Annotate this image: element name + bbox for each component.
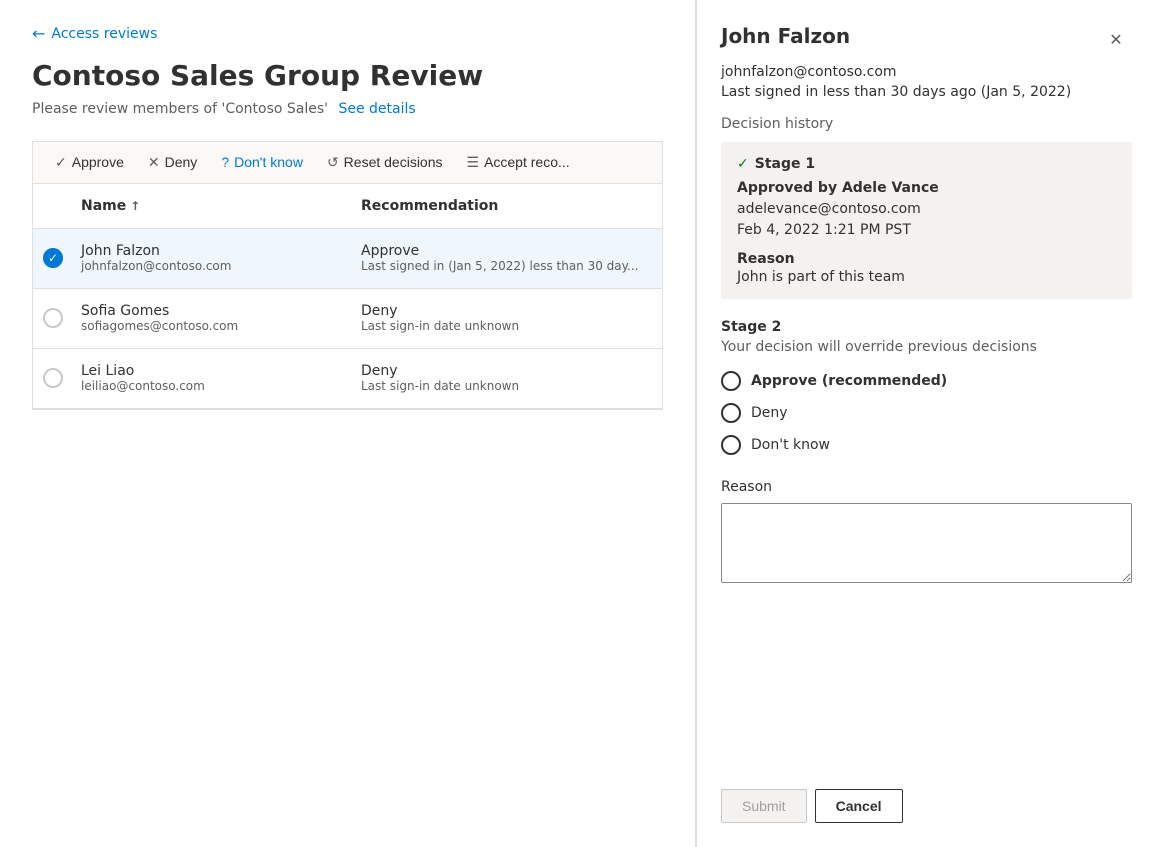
row-recommendation-cell: Deny Last sign-in date unknown <box>353 295 662 341</box>
sort-icon: ↑ <box>130 199 140 213</box>
stage-label: Stage 1 <box>755 156 815 172</box>
radio-label-deny: Deny <box>751 405 788 421</box>
user-email: johnfalzon@contoso.com <box>81 259 345 273</box>
row-name-cell: John Falzon johnfalzon@contoso.com <box>73 235 353 281</box>
stage2-note: Your decision will override previous dec… <box>721 339 1132 355</box>
radio-circle-deny <box>721 403 741 423</box>
table-row[interactable]: Lei Liao leiliao@contoso.com Deny Last s… <box>33 349 662 409</box>
action-toolbar: ✓ Approve ✕ Deny ? Don't know ↺ Reset de… <box>32 141 663 183</box>
decision-history-label: Decision history <box>721 116 1132 132</box>
user-name: Sofia Gomes <box>81 303 345 319</box>
approve-button[interactable]: ✓ Approve <box>45 148 134 177</box>
close-button[interactable]: ✕ <box>1100 24 1132 56</box>
history-card: ✓ Stage 1 Approved by Adele Vance adelev… <box>721 142 1132 299</box>
question-icon: ? <box>221 154 229 170</box>
rec-sub: Last sign-in date unknown <box>361 319 654 333</box>
action-buttons: Submit Cancel <box>721 789 1132 823</box>
left-panel: ← Access reviews Contoso Sales Group Rev… <box>0 0 696 847</box>
reason-section: Reason <box>721 479 1132 587</box>
radio-circle-approve <box>721 371 741 391</box>
user-email: sofiagomes@contoso.com <box>81 319 345 333</box>
back-link[interactable]: ← Access reviews <box>32 24 663 43</box>
radio-circle-dont-know <box>721 435 741 455</box>
history-reason-text: John is part of this team <box>737 269 1116 285</box>
list-check-icon: ☰ <box>467 154 480 171</box>
reason-textarea[interactable] <box>721 503 1132 583</box>
user-email: leiliao@contoso.com <box>81 379 345 393</box>
name-column-header: Name ↑ <box>73 194 353 218</box>
approval-date: Feb 4, 2022 1:21 PM PST <box>737 220 1116 241</box>
cancel-button[interactable]: Cancel <box>815 789 903 823</box>
radio-option-deny[interactable]: Deny <box>721 403 1132 423</box>
table-row[interactable]: John Falzon johnfalzon@contoso.com Appro… <box>33 229 662 289</box>
stage2-label: Stage 2 <box>721 319 1132 335</box>
approved-by: Approved by Adele Vance <box>737 178 1116 199</box>
rec-label: Deny <box>361 363 654 379</box>
table-header: Name ↑ Recommendation <box>33 184 662 229</box>
panel-user-email: johnfalzon@contoso.com <box>721 64 1132 80</box>
stage-check-icon: ✓ <box>737 156 749 172</box>
radio-label-dont-know: Don't know <box>751 437 830 453</box>
reason-label: Reason <box>721 479 1132 495</box>
recommendation-column-header: Recommendation <box>353 194 662 218</box>
users-table: Name ↑ Recommendation John Falzon johnfa… <box>32 183 663 410</box>
back-link-label: Access reviews <box>51 26 157 42</box>
row-checkbox[interactable] <box>33 300 73 336</box>
dont-know-button[interactable]: ? Don't know <box>211 148 313 176</box>
radio-option-approve[interactable]: Approve (recommended) <box>721 371 1132 391</box>
page-subtitle: Please review members of 'Contoso Sales'… <box>32 101 663 117</box>
reset-decisions-button[interactable]: ↺ Reset decisions <box>317 148 453 177</box>
page-title: Contoso Sales Group Review <box>32 59 663 93</box>
rec-label: Approve <box>361 243 654 259</box>
user-name: Lei Liao <box>81 363 345 379</box>
back-arrow-icon: ← <box>32 24 45 43</box>
checkbox-unchecked <box>43 308 63 328</box>
panel-last-signed: Last signed in less than 30 days ago (Ja… <box>721 84 1132 100</box>
accept-recommendations-button[interactable]: ☰ Accept reco... <box>457 148 580 177</box>
x-icon: ✕ <box>148 154 160 171</box>
checkmark-icon: ✓ <box>55 154 67 171</box>
history-detail: Approved by Adele Vance adelevance@conto… <box>737 178 1116 241</box>
row-recommendation-cell: Deny Last sign-in date unknown <box>353 355 662 401</box>
radio-label-approve: Approve (recommended) <box>751 373 947 389</box>
reset-icon: ↺ <box>327 154 339 171</box>
rec-sub: Last signed in (Jan 5, 2022) less than 3… <box>361 259 654 273</box>
checkbox-unchecked <box>43 368 63 388</box>
row-name-cell: Sofia Gomes sofiagomes@contoso.com <box>73 295 353 341</box>
row-recommendation-cell: Approve Last signed in (Jan 5, 2022) les… <box>353 235 662 281</box>
row-checkbox[interactable] <box>33 240 73 276</box>
row-name-cell: Lei Liao leiliao@contoso.com <box>73 355 353 401</box>
submit-button[interactable]: Submit <box>721 789 807 823</box>
rec-label: Deny <box>361 303 654 319</box>
radio-option-dont-know[interactable]: Don't know <box>721 435 1132 455</box>
history-reason-label: Reason <box>737 251 1116 267</box>
rec-sub: Last sign-in date unknown <box>361 379 654 393</box>
row-checkbox[interactable] <box>33 360 73 396</box>
panel-title: John Falzon <box>721 24 850 48</box>
checkbox-checked <box>43 248 63 268</box>
panel-header: John Falzon ✕ <box>721 24 1132 56</box>
user-name: John Falzon <box>81 243 345 259</box>
table-row[interactable]: Sofia Gomes sofiagomes@contoso.com Deny … <box>33 289 662 349</box>
approver-email: adelevance@contoso.com <box>737 199 1116 220</box>
detail-panel: John Falzon ✕ johnfalzon@contoso.com Las… <box>696 0 1156 847</box>
decision-radio-group: Approve (recommended) Deny Don't know <box>721 371 1132 455</box>
deny-button[interactable]: ✕ Deny <box>138 148 207 177</box>
see-details-link[interactable]: See details <box>338 101 415 117</box>
history-stage: ✓ Stage 1 <box>737 156 1116 172</box>
